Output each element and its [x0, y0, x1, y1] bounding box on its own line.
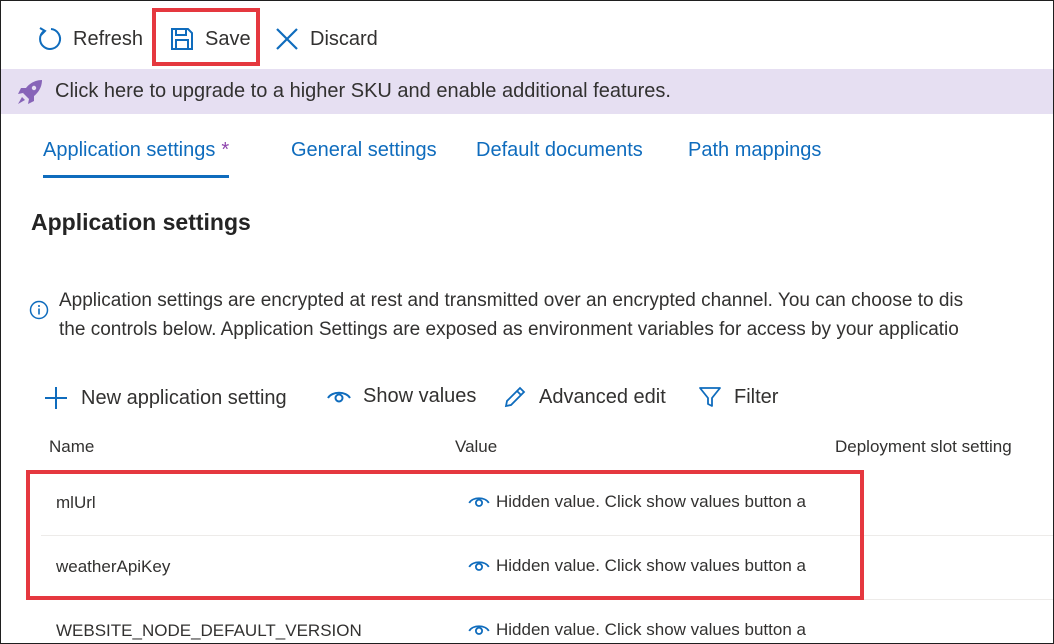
setting-name-link[interactable]: weatherApiKey: [56, 557, 170, 577]
hidden-value-text: Hidden value. Click show values button a: [496, 556, 806, 575]
tab-label: Path mappings: [688, 139, 822, 161]
save-label: Save: [205, 27, 251, 50]
info-icon: [29, 300, 49, 320]
setting-name-link[interactable]: mlUrl: [56, 493, 96, 513]
advanced-edit-label: Advanced edit: [539, 385, 666, 408]
tab-label: General settings: [291, 139, 437, 161]
tab-default-documents[interactable]: Default documents: [476, 139, 643, 162]
save-icon: [171, 28, 193, 50]
eye-icon: [468, 497, 490, 507]
plus-icon: [45, 387, 67, 409]
filter-label: Filter: [734, 385, 779, 408]
new-application-setting-button[interactable]: New application setting: [43, 385, 287, 411]
filter-icon: [699, 387, 721, 407]
setting-name-link[interactable]: WEBSITE_NODE_DEFAULT_VERSION: [56, 621, 362, 641]
pencil-icon: [504, 386, 526, 408]
setting-value[interactable]: Hidden value. Click show values button a: [468, 556, 818, 576]
eye-icon: [468, 625, 490, 635]
discard-label: Discard: [310, 27, 378, 50]
hidden-value-text: Hidden value. Click show values button a: [496, 620, 806, 639]
refresh-icon: [39, 27, 62, 50]
tab-path-mappings[interactable]: Path mappings: [688, 139, 821, 162]
hidden-value-text: Hidden value. Click show values button a: [496, 492, 806, 511]
filter-button[interactable]: Filter: [698, 385, 778, 409]
eye-icon: [468, 561, 490, 571]
tab-general-settings[interactable]: General settings: [291, 139, 437, 162]
new-setting-label: New application setting: [81, 386, 287, 409]
refresh-label: Refresh: [73, 27, 144, 50]
eye-icon: [327, 391, 351, 402]
tab-label: Application settings: [43, 139, 216, 161]
close-icon: [276, 28, 298, 50]
show-values-label: Show values: [363, 385, 477, 407]
refresh-button[interactable]: Refresh: [35, 15, 143, 63]
section-title: Application settings: [31, 209, 251, 235]
settings-commands: New application setting Show values Adva…: [1, 379, 1053, 423]
tab-label: Default documents: [476, 139, 643, 161]
table-row: weatherApiKey Hidden value. Click show v…: [41, 535, 1053, 600]
info-line-2: the controls below. Application Settings…: [59, 319, 959, 340]
column-header-name[interactable]: Name: [49, 437, 94, 457]
advanced-edit-button[interactable]: Advanced edit: [503, 385, 666, 409]
setting-value[interactable]: Hidden value. Click show values button a: [468, 492, 818, 512]
app-frame: Refresh Save Discard Click here to upgra…: [0, 0, 1054, 644]
unsaved-marker: *: [221, 139, 230, 161]
info-text: Application settings are encrypted at re…: [59, 286, 963, 344]
setting-value[interactable]: Hidden value. Click show values button a: [468, 620, 818, 640]
rocket-icon: [18, 79, 42, 104]
save-button[interactable]: Save: [169, 15, 251, 63]
command-bar: Refresh Save Discard: [1, 1, 1053, 69]
table-row: WEBSITE_NODE_DEFAULT_VERSION Hidden valu…: [41, 599, 1053, 643]
table-row: mlUrl Hidden value. Click show values bu…: [41, 471, 1053, 536]
upgrade-banner[interactable]: Click here to upgrade to a higher SKU an…: [1, 69, 1053, 114]
column-header-value[interactable]: Value: [455, 437, 497, 457]
tab-list: Application settings * General settings D…: [1, 129, 1053, 185]
show-values-button[interactable]: Show values: [327, 385, 476, 408]
discard-button[interactable]: Discard: [274, 15, 378, 63]
banner-text: Click here to upgrade to a higher SKU an…: [55, 80, 671, 102]
tab-application-settings[interactable]: Application settings *: [43, 139, 230, 178]
info-line-1: Application settings are encrypted at re…: [59, 290, 964, 311]
column-header-deployment-slot[interactable]: Deployment slot setting: [835, 437, 1012, 457]
